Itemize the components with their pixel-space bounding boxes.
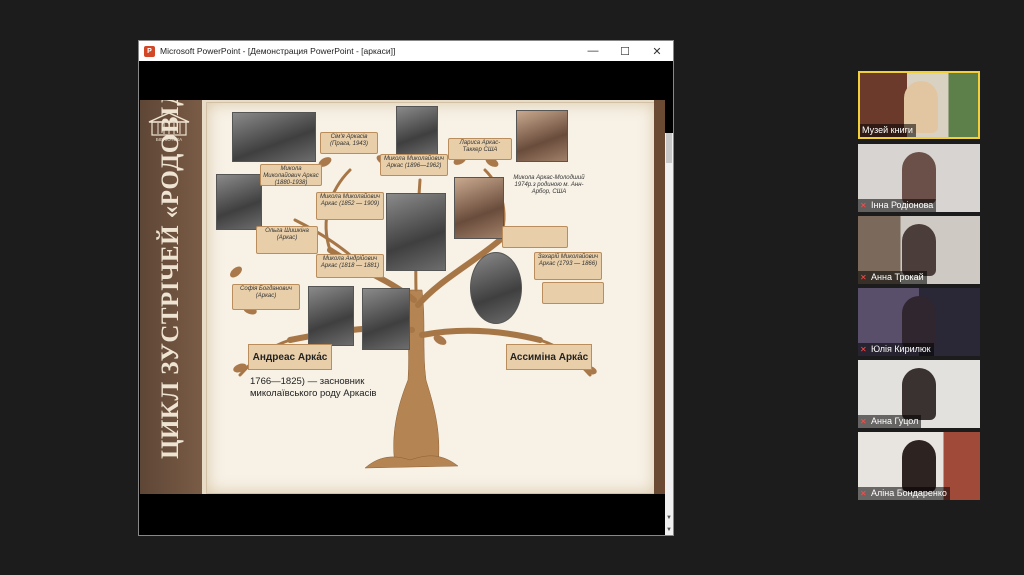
participant-avatar [902, 296, 936, 348]
empty-name-plate [502, 226, 568, 248]
maximize-button[interactable]: ☐ [609, 41, 641, 61]
scroll-end-arrow-icon[interactable]: ▼ [665, 525, 673, 535]
label-mykola-young: Микола Аркас-Молодший 1974р.з родиною м.… [513, 175, 585, 195]
participant-tile-3[interactable]: ✕ Юлія Кирилюк [858, 288, 980, 356]
portrait-photo-mykola-1880 [216, 174, 262, 230]
participant-tile-1[interactable]: ✕ Інна Родіонова [858, 144, 980, 212]
founder-description: 1766—1825) — засновник миколаївського ро… [250, 376, 377, 399]
label-zakhar: Захарій Миколайович Аркас (1793 — 1866) [534, 252, 602, 280]
portrait-photo-zakhar [470, 252, 522, 324]
participant-name: ✕ Інна Родіонова [858, 199, 937, 212]
participant-name: ✕ Аліна Бондаренко [858, 487, 950, 500]
mic-off-icon: ✕ [860, 201, 867, 210]
participant-avatar [902, 440, 936, 492]
participant-tile-0[interactable]: Музей книги [858, 71, 980, 139]
label-mykola-1852: Микола Миколайович Аркас (1852 — 1909) [316, 192, 384, 220]
participant-tile-4[interactable]: ✕ Анна Гуцол [858, 360, 980, 428]
vertical-scrollbar[interactable]: ▼ ▼ [665, 133, 673, 535]
mic-off-icon: ✕ [860, 489, 867, 498]
participant-name: Музей книги [860, 124, 916, 137]
participant-avatar [902, 224, 936, 276]
label-mykola-1880: Микола Миколайович Аркас (1880-1938) [260, 164, 322, 186]
window-title: Microsoft PowerPoint - [Демонстрация Pow… [160, 46, 396, 56]
family-photo-mykola-young [454, 177, 504, 239]
portrait-photo-mykola-1896 [396, 106, 438, 156]
participant-avatar [902, 152, 936, 204]
portrait-photo-mykola-1852 [386, 193, 446, 271]
powerpoint-window: P Microsoft PowerPoint - [Демонстрация P… [138, 40, 674, 536]
family-group-photo [232, 112, 316, 162]
portrait-photo-mykola-1818 [362, 288, 410, 350]
title-bar[interactable]: P Microsoft PowerPoint - [Демонстрация P… [139, 41, 673, 61]
label-mykola-1896: Микола Миколайович Аркас (1896—1962) [380, 154, 448, 176]
minimize-button[interactable]: — [577, 41, 609, 61]
label-assymina-arkas: Ассиміна Арка́с [506, 344, 592, 370]
label-mykola-1818: Микола Андрійович Аркас (1818 — 1881) [316, 254, 384, 278]
participant-tile-5[interactable]: ✕ Аліна Бондаренко [858, 432, 980, 500]
label-sofia: Софія Богданович (Аркас) [232, 284, 300, 310]
portrait-photo-sofia [308, 286, 354, 346]
participant-avatar [902, 368, 936, 420]
empty-name-plate-2 [542, 282, 604, 304]
participant-name: ✕ Анна Гуцол [858, 415, 922, 428]
powerpoint-app-icon: P [144, 45, 155, 57]
portrait-photo-larysa [516, 110, 568, 162]
participant-name: ✕ Анна Трокай [858, 271, 927, 284]
label-andreas-arkas: Андреас Арка́с [248, 344, 332, 370]
mic-off-icon: ✕ [860, 273, 867, 282]
scroll-down-arrow-icon[interactable]: ▼ [665, 513, 673, 523]
scrollbar-thumb[interactable] [666, 133, 672, 163]
close-button[interactable]: ✕ [641, 41, 673, 61]
participant-name: ✕ Юлія Кирилюк [858, 343, 934, 356]
label-olga: Ольга Шишкіна (Аркас) [256, 226, 318, 254]
mic-off-icon: ✕ [860, 345, 867, 354]
label-larysa: Лариса Аркас-Таккер США [448, 138, 512, 160]
mic-off-icon: ✕ [860, 417, 867, 426]
participant-tile-2[interactable]: ✕ Анна Трокай [858, 216, 980, 284]
label-simya: Сім'я Аркасів (Прага, 1943) [320, 132, 378, 154]
presentation-slide[interactable]: БІБЛІОТЕКА ЦИКЛ ЗУСТРІЧЕЙ «РОДОВІД» Сім'… [140, 100, 665, 494]
